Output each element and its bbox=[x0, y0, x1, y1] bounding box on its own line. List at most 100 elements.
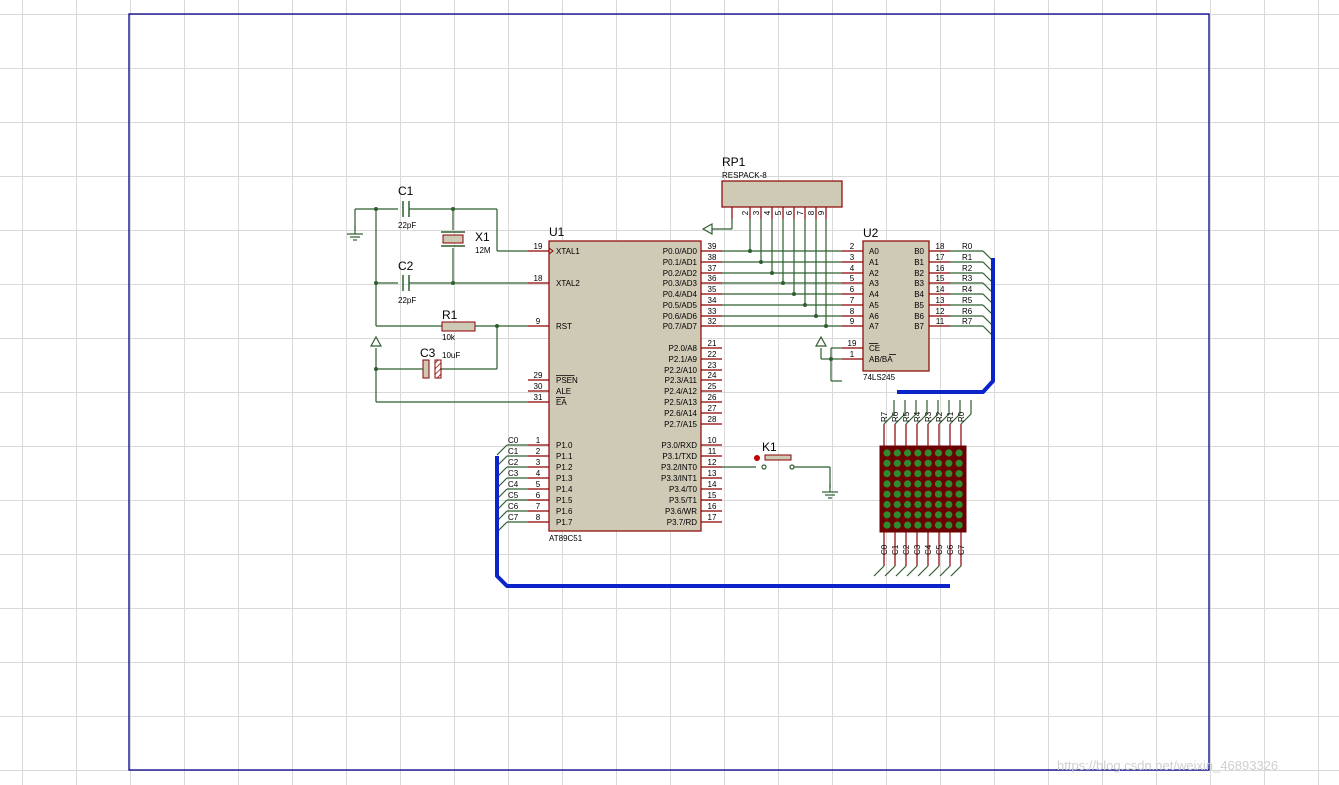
junction-dot bbox=[824, 324, 828, 328]
matrix-col-label: C1 bbox=[891, 544, 900, 555]
led-dot bbox=[904, 511, 912, 519]
b-net-label: R0 bbox=[962, 242, 973, 251]
p1-net-label: C1 bbox=[508, 447, 519, 456]
u1-pin-number: 39 bbox=[708, 242, 717, 251]
u1-pin-name: P1.6 bbox=[556, 507, 573, 516]
led-dot bbox=[914, 521, 922, 529]
u2-pin-name: B6 bbox=[914, 312, 924, 321]
u2-pin-name: B5 bbox=[914, 301, 924, 310]
matrix-col-entry bbox=[939, 565, 951, 577]
u2-part: 74LS245 bbox=[863, 373, 896, 382]
rp1-pin-number: 5 bbox=[774, 210, 783, 215]
u2-pin-number: 14 bbox=[936, 285, 945, 294]
u2-pin-name: A7 bbox=[869, 322, 879, 331]
u1-pin-name: P0.3/AD3 bbox=[663, 279, 698, 288]
u1-pin-name: P1.1 bbox=[556, 452, 573, 461]
u1-pin-name: EA bbox=[556, 398, 567, 407]
led-dot bbox=[955, 490, 963, 498]
matrix-col-entry bbox=[950, 565, 962, 577]
rp1-pin-number: 8 bbox=[807, 210, 816, 215]
led-dot bbox=[934, 500, 943, 509]
u1-pin-name: P3.3/INT1 bbox=[661, 474, 698, 483]
c2-value: 22pF bbox=[398, 296, 416, 305]
u1-part: AT89C51 bbox=[549, 534, 583, 543]
c3-plate-a bbox=[422, 359, 430, 379]
u1-pin-number: 5 bbox=[536, 480, 541, 489]
u1-pin-name: P2.4/A12 bbox=[664, 387, 697, 396]
u2-pin-name: CE bbox=[869, 344, 880, 353]
u1-pin-name: P2.7/A15 bbox=[664, 420, 697, 429]
led-dot bbox=[893, 449, 901, 457]
u1-pin-name: P3.4/T0 bbox=[669, 485, 698, 494]
rp1-pin-number: 9 bbox=[817, 210, 826, 215]
led-dot bbox=[883, 480, 891, 488]
k1-ref: K1 bbox=[762, 440, 777, 454]
u1-pin-name: P3.6/WR bbox=[665, 507, 697, 516]
u1-pin-name: XTAL1 bbox=[556, 247, 580, 256]
watermark: https://blog.csdn.net/weixin_46893326 bbox=[1057, 758, 1278, 773]
b-net-label: R1 bbox=[962, 253, 973, 262]
led-dot bbox=[914, 500, 922, 509]
led-dot bbox=[934, 511, 943, 519]
x1-body bbox=[442, 234, 464, 244]
vcc-symbol-1 bbox=[369, 335, 383, 347]
u1-pin-name: P0.6/AD6 bbox=[663, 312, 698, 321]
x1-value: 12M bbox=[475, 246, 491, 255]
u1-pin-number: 4 bbox=[536, 469, 541, 478]
led-dot bbox=[904, 500, 912, 509]
u1-pin-name: P2.5/A13 bbox=[664, 398, 697, 407]
led-dot bbox=[924, 480, 932, 488]
u1-pin-name: P1.3 bbox=[556, 474, 573, 483]
junction-dot bbox=[374, 281, 378, 285]
u1-pin-number: 34 bbox=[708, 296, 717, 305]
r1-value: 10k bbox=[442, 333, 456, 342]
led-dot bbox=[904, 480, 912, 488]
b-net-label: R5 bbox=[962, 296, 973, 305]
rp1-pin-number: 4 bbox=[763, 210, 772, 215]
u2-pin-number: 6 bbox=[850, 285, 855, 294]
u1-pin-number: 27 bbox=[708, 404, 717, 413]
led-dot bbox=[924, 500, 932, 509]
u1-pin-number: 7 bbox=[536, 502, 541, 511]
led-dot bbox=[893, 511, 901, 519]
u1-pin-number: 22 bbox=[708, 350, 717, 359]
u1-pin-number: 9 bbox=[536, 317, 541, 326]
u1-pin-name: ALE bbox=[556, 387, 571, 396]
p1-net-label: C3 bbox=[508, 469, 519, 478]
led-dot bbox=[924, 459, 932, 467]
led-dot bbox=[883, 500, 891, 509]
u1-pin-number: 30 bbox=[534, 382, 543, 391]
u1-pin-number: 38 bbox=[708, 253, 717, 262]
led-dot bbox=[914, 490, 922, 498]
k1-contact bbox=[761, 464, 767, 470]
led-dot bbox=[883, 490, 891, 498]
k1-contact bbox=[789, 464, 795, 470]
u2-pin-number: 13 bbox=[936, 296, 945, 305]
vcc-symbol-2 bbox=[814, 335, 828, 347]
u1-pin-number: 15 bbox=[708, 491, 717, 500]
u2-pin-name: A3 bbox=[869, 279, 879, 288]
u2-pin-number: 8 bbox=[850, 307, 855, 316]
u2-pin-name: B1 bbox=[914, 258, 924, 267]
led-dot bbox=[883, 470, 891, 478]
u2-pin-number: 4 bbox=[850, 264, 855, 273]
led-dot bbox=[945, 449, 953, 457]
u1-pin-name: P2.1/A9 bbox=[669, 355, 698, 364]
led-dot bbox=[945, 459, 953, 467]
c3-plate-b bbox=[434, 359, 442, 379]
u1-pin-number: 2 bbox=[536, 447, 541, 456]
u1-pin-name: P1.2 bbox=[556, 463, 573, 472]
u1-pin-number: 29 bbox=[534, 371, 543, 380]
u1-pin-name: P3.0/RXD bbox=[661, 441, 697, 450]
led-dot bbox=[924, 521, 932, 529]
matrix-col-label: C4 bbox=[924, 544, 933, 555]
u1-pin-number: 33 bbox=[708, 307, 717, 316]
u1-pin-name: XTAL2 bbox=[556, 279, 580, 288]
matrix-col-entry bbox=[895, 565, 907, 577]
u1-pin-number: 13 bbox=[708, 469, 717, 478]
p1-net-label: C0 bbox=[508, 436, 519, 445]
u1-pin-number: 19 bbox=[534, 242, 543, 251]
u2-pin-number: 17 bbox=[936, 253, 945, 262]
matrix-col-entry bbox=[884, 565, 896, 577]
u1-pin-name: P3.2/INT0 bbox=[661, 463, 698, 472]
